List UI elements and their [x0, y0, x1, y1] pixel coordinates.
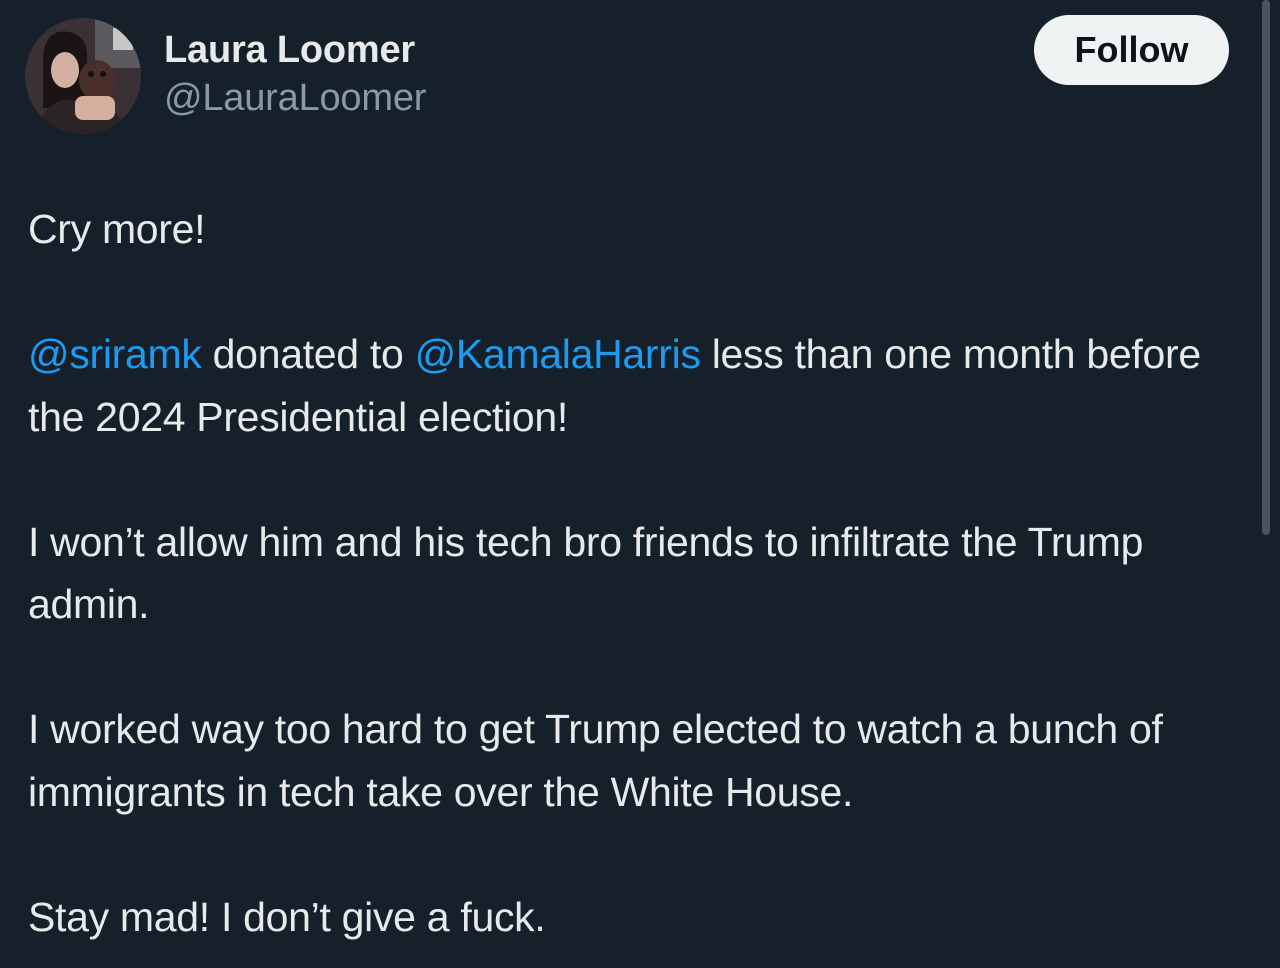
tweet-paragraph: I won’t allow him and his tech bro frien…: [28, 518, 1144, 628]
tweet-text-fragment: donated to: [201, 331, 415, 377]
tweet-paragraph: @sriramk donated to @KamalaHarris less t…: [28, 323, 1258, 448]
tweet-text: Cry more! @sriramk donated to @KamalaHar…: [28, 198, 1258, 948]
mention-link[interactable]: @KamalaHarris: [415, 331, 701, 377]
author-name[interactable]: Laura Loomer: [164, 29, 415, 72]
tweet-paragraph: Cry more!: [28, 206, 206, 252]
author-handle[interactable]: @LauraLoomer: [164, 77, 426, 120]
mention-link[interactable]: @sriramk: [28, 331, 202, 377]
profile-photo-icon: [25, 18, 141, 134]
tweet-paragraph: I worked way too hard to get Trump elect…: [28, 706, 1163, 815]
follow-button[interactable]: Follow: [1034, 15, 1229, 85]
tweet-paragraph: Stay mad! I don’t give a fuck.: [28, 893, 546, 940]
scrollbar[interactable]: [1262, 0, 1270, 535]
avatar[interactable]: [25, 18, 141, 134]
tweet-page: Laura Loomer @LauraLoomer Follow Cry mor…: [0, 0, 1280, 968]
